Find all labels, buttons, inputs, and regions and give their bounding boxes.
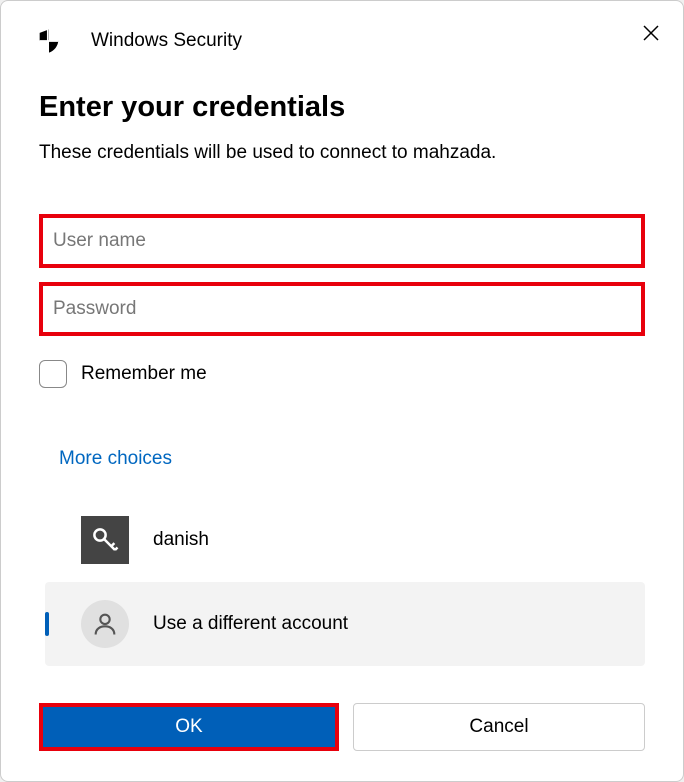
different-account-option[interactable]: Use a different account <box>45 582 645 666</box>
cancel-button[interactable]: Cancel <box>353 703 645 751</box>
dialog-subtext: These credentials will be used to connec… <box>39 142 645 164</box>
remember-me-checkbox[interactable] <box>39 360 67 388</box>
dialog-heading: Enter your credentials <box>39 91 645 124</box>
different-account-label: Use a different account <box>153 613 348 635</box>
password-field-wrapper <box>39 282 645 336</box>
username-input[interactable] <box>43 218 641 264</box>
credentials-dialog: Windows Security Enter your credentials … <box>0 0 684 782</box>
person-icon <box>81 600 129 648</box>
password-input[interactable] <box>43 286 641 332</box>
cancel-button-wrapper: Cancel <box>353 703 645 751</box>
username-field-wrapper <box>39 214 645 268</box>
key-icon <box>81 516 129 564</box>
ok-button[interactable]: OK <box>43 707 335 747</box>
more-choices-link[interactable]: More choices <box>39 448 645 470</box>
window-title: Windows Security <box>91 30 242 52</box>
saved-account-option[interactable]: danish <box>39 506 645 574</box>
ok-button-wrapper: OK <box>39 703 339 751</box>
remember-me-label: Remember me <box>81 363 207 385</box>
saved-account-label: danish <box>153 529 209 551</box>
shield-icon <box>35 27 63 55</box>
close-button[interactable] <box>641 23 661 43</box>
close-icon <box>643 25 659 41</box>
dialog-content: Enter your credentials These credentials… <box>1 61 683 666</box>
button-row: OK Cancel <box>1 703 683 751</box>
remember-me-row: Remember me <box>39 360 645 388</box>
titlebar: Windows Security <box>1 1 683 61</box>
